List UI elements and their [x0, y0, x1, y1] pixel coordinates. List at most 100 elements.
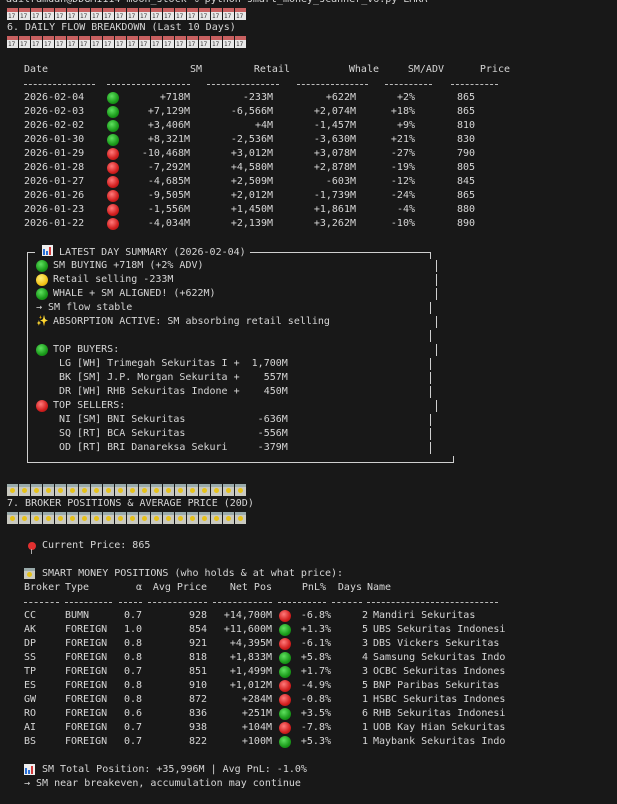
broker-code: TP — [24, 666, 37, 677]
calendar-date: 17 — [44, 13, 52, 20]
summary-text: WHALE + SM ALIGNED! (+622M) — [53, 288, 216, 299]
calendar-icon: 17 — [199, 8, 210, 20]
calendar-icon: 17 — [115, 36, 126, 48]
sm-adv-cell: -24% — [390, 190, 415, 201]
bar-chart-icon — [42, 245, 53, 256]
summary-text: SM BUYING +718M (+2% ADV) — [53, 260, 204, 271]
summary-box-border-right — [430, 428, 431, 440]
bank-icon — [139, 484, 150, 496]
pnl-cell: +1.3% — [300, 624, 331, 635]
calendar-icon: 17 — [187, 36, 198, 48]
broker-name: OCBC Sekuritas Indones — [373, 666, 506, 677]
retail-cell: +2,012M — [230, 190, 273, 201]
table-row: SS FOREIGN 0.8 818 +1,833M +5.8% 4 Samsung Seku… — [0, 651, 617, 665]
calendar-icon: 17 — [31, 8, 42, 20]
avg-price-cell: 822 — [188, 736, 207, 747]
summary-line: DR [WH] RHB Sekuritas Indone + 450M — [0, 385, 617, 399]
column-divider — [207, 84, 279, 85]
column-divider — [148, 602, 207, 603]
green-circle-icon — [279, 666, 291, 678]
broker-flow-entry: LG [WH] Trimegah Sekuritas I + 1,700M — [59, 358, 288, 369]
total-line: SM Total Position: +35,996M | Avg PnL: -… — [0, 763, 617, 777]
alpha-cell: 0.8 — [123, 638, 142, 649]
calendar-date: 17 — [152, 41, 160, 48]
summary-title: LATEST DAY SUMMARY (2026-02-04) — [42, 245, 246, 260]
sm-cell: -7,292M — [147, 162, 190, 173]
calendar-date: 17 — [92, 13, 100, 20]
days-cell: 5 — [361, 624, 368, 635]
days-cell: 6 — [361, 708, 368, 719]
calendar-date: 17 — [32, 13, 40, 20]
bank-icon — [43, 484, 54, 496]
alpha-cell: 0.7 — [123, 736, 142, 747]
calendar-date: 17 — [200, 41, 208, 48]
header-alpha: α — [135, 582, 142, 593]
bank-icon — [211, 512, 222, 524]
retail-cell: +4M — [254, 120, 273, 131]
bank-icon — [211, 484, 222, 496]
calendar-date: 17 — [44, 41, 52, 48]
summary-line: LG [WH] Trimegah Sekuritas I + 1,700M — [0, 357, 617, 371]
header-date: Date — [24, 64, 49, 75]
calendar-icon: 17 — [139, 36, 150, 48]
calendar-icon: 17 — [235, 8, 246, 20]
header-divider — [0, 595, 617, 609]
calendar-icon: 17 — [7, 8, 18, 20]
table-row: 2026-01-29 -10,468M +3,012M +3,078M -27% 790 — [0, 147, 617, 161]
net-pos-cell: +4,395M — [229, 638, 272, 649]
summary-box-border-right — [430, 302, 431, 314]
calendar-date: 17 — [152, 13, 160, 20]
bank-icon — [43, 512, 54, 524]
column-divider — [451, 84, 498, 85]
calendar-date: 17 — [176, 13, 184, 20]
summary-line: TOP BUYERS: — [0, 343, 617, 357]
bank-icon — [127, 512, 138, 524]
sm-cell: -4,685M — [147, 176, 190, 187]
summary-box-border-right — [430, 372, 431, 384]
retail-cell: +2,509M — [230, 176, 273, 187]
summary-box-border-right — [430, 414, 431, 426]
calendar-date: 17 — [8, 13, 16, 20]
bank-icon — [199, 512, 210, 524]
broker-type: BUMN — [65, 610, 90, 621]
pnl-cell: +5.3% — [300, 736, 331, 747]
retail-cell: +1,450M — [230, 204, 273, 215]
price-cell: 810 — [457, 120, 476, 131]
table-row: 2026-01-28 -7,292M +4,580M +2,878M -19% 805 — [0, 161, 617, 175]
calendar-icon: 17 — [115, 8, 126, 20]
sm-adv-cell: +18% — [390, 106, 415, 117]
days-cell: 4 — [361, 652, 368, 663]
price-cell: 865 — [457, 190, 476, 201]
calendar-date: 17 — [224, 13, 232, 20]
summary-line: SQ [RT] BCA Sekuritas -556M — [0, 427, 617, 441]
summary-text: TOP BUYERS: — [53, 344, 120, 355]
broker-code: CC — [24, 610, 37, 621]
summary-box-border-right — [436, 400, 437, 412]
table-row: ES FOREIGN 0.8 910 +1,012M -4.9% 5 BNP Paribas … — [0, 679, 617, 693]
summary-line: TOP SELLERS: — [0, 399, 617, 413]
retail-cell: -6,566M — [230, 106, 273, 117]
column-divider — [65, 602, 112, 603]
alpha-cell: 0.8 — [123, 652, 142, 663]
price-cell: 890 — [457, 218, 476, 229]
sm-cell: +8,321M — [147, 134, 190, 145]
days-cell: 3 — [361, 666, 368, 677]
green-circle-icon — [107, 106, 119, 118]
alpha-cell: 0.7 — [123, 666, 142, 677]
net-pos-cell: +284M — [241, 694, 272, 705]
broker-type: FOREIGN — [65, 624, 108, 635]
bank-icon — [55, 512, 66, 524]
header-name: Name — [367, 582, 392, 593]
broker-type: FOREIGN — [65, 694, 108, 705]
calendar-date: 17 — [116, 13, 124, 20]
date-cell: 2026-01-30 — [24, 134, 85, 145]
green-circle-icon — [107, 134, 119, 146]
summary-box-border-right — [436, 344, 437, 356]
calendar-date: 17 — [8, 41, 16, 48]
broker-type: FOREIGN — [65, 736, 108, 747]
bank-icon — [223, 512, 234, 524]
calendar-icon: 17 — [187, 8, 198, 20]
calendar-icon: 17 — [139, 8, 150, 20]
table-row: 2026-01-26 -9,505M +2,012M -1,739M -24% 865 — [0, 189, 617, 203]
calendar-icon: 17 — [235, 36, 246, 48]
